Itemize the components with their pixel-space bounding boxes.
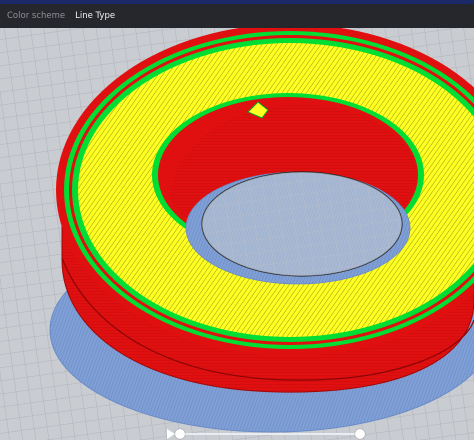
color-scheme-label: Color scheme <box>7 11 66 21</box>
layer-scrubber[interactable] <box>166 428 374 440</box>
color-scheme-selector[interactable]: Line Type <box>75 11 115 21</box>
scrubber-track[interactable] <box>180 433 360 435</box>
scrubber-end-handle[interactable] <box>355 429 365 439</box>
view-toolbar: Color scheme Line Type <box>0 4 474 28</box>
scrubber-start-handle[interactable] <box>175 429 185 439</box>
3d-viewport[interactable] <box>0 28 474 440</box>
